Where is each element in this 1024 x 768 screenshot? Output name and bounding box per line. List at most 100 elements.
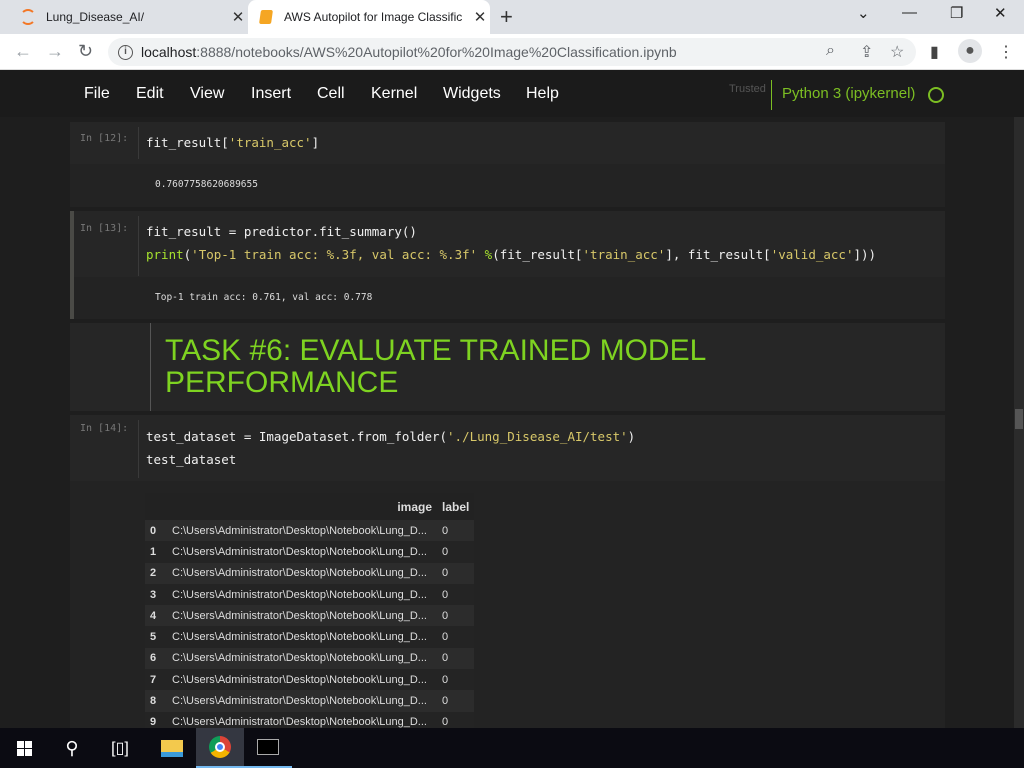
zoom-icon[interactable]: ⌕ <box>826 42 835 60</box>
code-token: print <box>146 247 184 262</box>
code-token: 'Top-1 train acc: %.3f, val acc: %.3f' <box>191 247 478 262</box>
reload-button[interactable]: ↻ <box>78 41 93 62</box>
code-token: (fit_result[ <box>492 247 583 262</box>
cell-prompt: In [12]: <box>80 133 129 144</box>
minimize-button[interactable]: — <box>902 4 917 21</box>
task-view-icon[interactable]: [▯] <box>96 728 144 768</box>
code-line: test_dataset = ImageDataset.from_folder(… <box>146 425 635 448</box>
jupyter-icon <box>20 9 36 25</box>
cell-output: Top-1 train acc: 0.761, val acc: 0.778 <box>74 277 945 319</box>
code-input[interactable]: fit_result['train_acc'] <box>146 131 319 154</box>
code-line: fit_result['train_acc'] <box>146 131 319 154</box>
scrollbar-thumb[interactable] <box>1015 409 1023 429</box>
chevron-down-icon[interactable]: ⌄ <box>857 4 870 22</box>
label-cell: 0 <box>442 652 449 665</box>
forward-button[interactable]: → <box>46 41 64 62</box>
image-path-cell: C:\Users\Administrator\Desktop\Notebook\… <box>172 652 427 665</box>
menu-edit[interactable]: Edit <box>136 85 164 103</box>
file-explorer-icon[interactable] <box>148 728 196 768</box>
output-text: Top-1 train acc: 0.761, val acc: 0.778 <box>155 292 373 303</box>
close-tab-icon[interactable]: ✕ <box>228 8 248 26</box>
label-cell: 0 <box>442 524 449 537</box>
row-index: 0 <box>150 524 157 537</box>
code-token: % <box>477 247 493 262</box>
search-icon[interactable]: ⚲ <box>48 728 96 768</box>
code-token: ] <box>311 135 320 150</box>
code-token: 'valid_acc' <box>770 247 854 262</box>
table-row: 5 C:\Users\Administrator\Desktop\Notebook… <box>145 626 475 648</box>
dataframe-table: image label 0 C:\Users\Administrator\Desk… <box>145 493 475 728</box>
prompt-divider <box>138 420 139 478</box>
cell-output: 0.7607758620689655 <box>70 164 945 207</box>
tab-lung-disease[interactable]: Lung_Disease_AI/ ✕ <box>10 0 248 34</box>
more-menu-icon[interactable]: ⋮ <box>998 42 1014 62</box>
chrome-icon[interactable] <box>196 728 244 768</box>
scrollbar[interactable] <box>1014 117 1024 728</box>
trusted-indicator[interactable]: Trusted <box>729 83 766 95</box>
table-row: 8 C:\Users\Administrator\Desktop\Notebook… <box>145 690 475 712</box>
menu-cell[interactable]: Cell <box>317 85 345 103</box>
code-token: './Lung_Disease_AI/test' <box>447 429 628 444</box>
image-path-cell: C:\Users\Administrator\Desktop\Notebook\… <box>172 673 427 686</box>
menu-widgets[interactable]: Widgets <box>443 85 501 103</box>
image-path-cell: C:\Users\Administrator\Desktop\Notebook\… <box>172 588 427 601</box>
table-header-row: image label <box>145 493 475 520</box>
menu-view[interactable]: View <box>190 85 224 103</box>
profile-icon[interactable]: ● <box>958 39 982 63</box>
share-icon[interactable]: ⇪ <box>860 42 873 62</box>
menu-insert[interactable]: Insert <box>251 85 291 103</box>
label-cell: 0 <box>442 588 449 601</box>
kernel-idle-icon <box>928 87 944 103</box>
code-line: fit_result = predictor.fit_summary() <box>146 220 876 243</box>
info-icon[interactable]: i <box>118 44 133 60</box>
url-input[interactable]: i localhost:8888/notebooks/AWS%20Autopil… <box>108 38 916 66</box>
table-row: 9 C:\Users\Administrator\Desktop\Notebook… <box>145 711 475 728</box>
windows-start-icon[interactable] <box>0 728 48 768</box>
code-token: test_dataset <box>146 452 237 467</box>
cell-prompt: In [14]: <box>80 423 129 434</box>
row-index: 9 <box>150 716 157 728</box>
terminal-icon[interactable] <box>244 728 292 768</box>
taskbar: ⚲ [▯] <box>0 728 1024 768</box>
side-panel-icon[interactable]: ▮ <box>930 42 939 62</box>
label-cell: 0 <box>442 609 449 622</box>
notebook-area: In [12]: fit_result['train_acc'] 0.76077… <box>0 117 1014 728</box>
menu-kernel[interactable]: Kernel <box>371 85 417 103</box>
menu-file[interactable]: File <box>84 85 110 103</box>
row-index: 8 <box>150 695 157 708</box>
code-cell-14[interactable]: In [14]: test_dataset = ImageDataset.fro… <box>70 415 945 728</box>
table-row: 6 C:\Users\Administrator\Desktop\Notebook… <box>145 647 475 670</box>
restore-button[interactable]: ❐ <box>950 4 963 22</box>
bookmark-star-icon[interactable]: ☆ <box>890 42 904 62</box>
kernel-name[interactable]: Python 3 (ipykernel) <box>771 80 915 110</box>
code-input[interactable]: test_dataset = ImageDataset.from_folder(… <box>146 425 635 471</box>
row-index: 7 <box>150 673 157 686</box>
code-cell-13[interactable]: In [13]: fit_result = predictor.fit_summ… <box>70 211 945 319</box>
column-header-image: image <box>167 493 437 520</box>
code-token: test_dataset = ImageDataset.from_folder( <box>146 429 448 444</box>
new-tab-button[interactable]: + <box>500 4 513 30</box>
row-index: 3 <box>150 588 157 601</box>
image-path-cell: C:\Users\Administrator\Desktop\Notebook\… <box>172 609 427 622</box>
table-row: 1 C:\Users\Administrator\Desktop\Notebook… <box>145 541 475 563</box>
label-cell: 0 <box>442 673 449 686</box>
tab-aws-autopilot[interactable]: AWS Autopilot for Image Classific ✕ <box>248 0 490 34</box>
code-line: print('Top-1 train acc: %.3f, val acc: %… <box>146 243 876 266</box>
table-row: 2 C:\Users\Administrator\Desktop\Notebook… <box>145 562 475 584</box>
markdown-cell[interactable]: TASK #6: EVALUATE TRAINED MODEL PERFORMA… <box>70 323 945 411</box>
image-path-cell: C:\Users\Administrator\Desktop\Notebook\… <box>172 695 427 708</box>
row-index: 2 <box>150 567 157 580</box>
table-body: 0 C:\Users\Administrator\Desktop\Notebook… <box>145 520 475 728</box>
jupyter-menu-bar: File Edit View Insert Cell Kernel Widget… <box>0 70 1024 117</box>
image-path-cell: C:\Users\Administrator\Desktop\Notebook\… <box>172 631 427 644</box>
code-token: 'train_acc' <box>582 247 666 262</box>
close-tab-icon[interactable]: ✕ <box>470 8 490 26</box>
row-index: 1 <box>150 545 157 558</box>
back-button[interactable]: ← <box>14 41 32 62</box>
label-cell: 0 <box>442 716 449 728</box>
table-row: 4 C:\Users\Administrator\Desktop\Notebook… <box>145 605 475 627</box>
code-cell-12[interactable]: In [12]: fit_result['train_acc'] 0.76077… <box>70 122 945 207</box>
close-window-button[interactable]: ✕ <box>994 4 1007 22</box>
menu-help[interactable]: Help <box>526 85 559 103</box>
code-input[interactable]: fit_result = predictor.fit_summary() prin… <box>146 220 876 266</box>
